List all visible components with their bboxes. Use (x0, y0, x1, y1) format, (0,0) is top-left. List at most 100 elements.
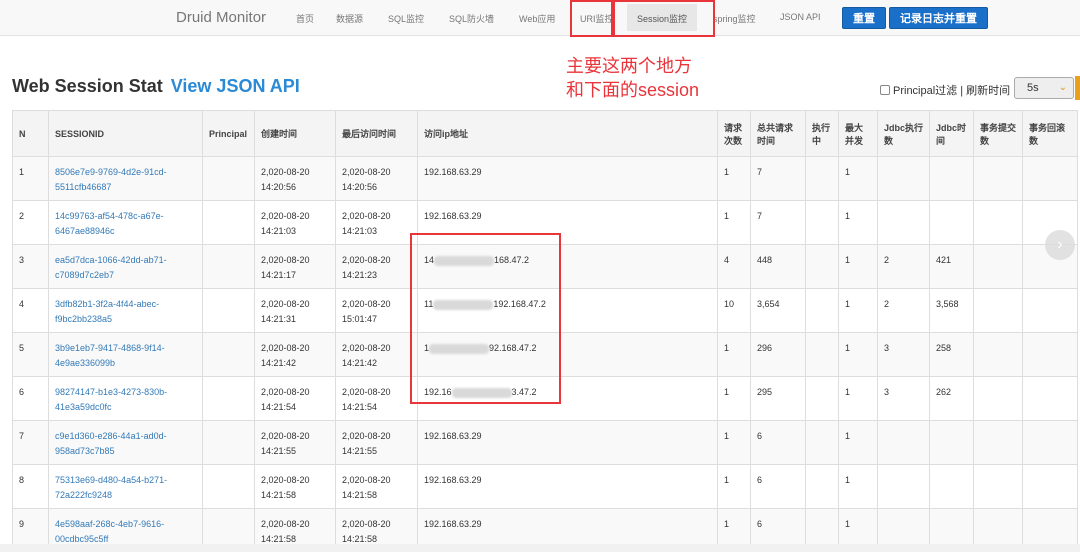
orange-button-edge[interactable] (1075, 76, 1080, 100)
nav-home[interactable]: 首页 (296, 12, 314, 25)
cell-req: 4 (717, 244, 751, 289)
cell-create: 2,020-08-20 14:21:03 (254, 200, 336, 245)
col-jdbc-exec[interactable]: Jdbc执行数 (877, 110, 930, 157)
cell-id[interactable]: 3dfb82b1-3f2a-4f44-abec-f9bc2bb238a5 (48, 288, 203, 333)
cell-concurrent: 1 (838, 464, 878, 509)
cell-req: 1 (717, 420, 751, 465)
annotation-line-2: 和下面的session (566, 80, 700, 100)
cell-concurrent: 1 (838, 200, 878, 245)
cell-commit (973, 420, 1023, 465)
col-last-access[interactable]: 最后访问时间 (335, 110, 418, 157)
col-ip[interactable]: 访问ip地址 (417, 110, 718, 157)
cell-id[interactable]: 14c99763-af54-478c-a67e-6467ae88946c (48, 200, 203, 245)
col-request-time[interactable]: 总共请求时间 (750, 110, 806, 157)
log-and-reset-button[interactable]: 记录日志并重置 (889, 7, 988, 29)
cell-req: 1 (717, 332, 751, 377)
col-request-count[interactable]: 请求次数 (717, 110, 751, 157)
cell-create: 2,020-08-20 14:21:17 (254, 244, 336, 289)
col-principal[interactable]: Principal (202, 110, 255, 157)
view-json-api-link[interactable]: View JSON API (171, 76, 300, 96)
cell-id[interactable]: ea5d7dca-1066-42dd-ab71-c7089d7c2eb7 (48, 244, 203, 289)
horizontal-scrollbar[interactable] (0, 544, 1080, 552)
cell-reqtime: 3,654 (750, 288, 806, 333)
cell-create: 2,020-08-20 14:21:42 (254, 332, 336, 377)
cell-last: 2,020-08-20 14:21:55 (335, 420, 418, 465)
refresh-interval-value: 5s (1027, 82, 1039, 94)
cell-principal (202, 464, 255, 509)
cell-n: 3 (12, 244, 49, 289)
cell-id[interactable]: 75313e69-d480-4a54-b271-72a222fc9248 (48, 464, 203, 509)
cell-n: 2 (12, 200, 49, 245)
cell-n: 6 (12, 376, 49, 421)
nav-sql-firewall[interactable]: SQL防火墙 (449, 12, 494, 25)
principal-filter-checkbox[interactable] (880, 85, 890, 95)
cell-jdbc_exec: 3 (877, 376, 930, 421)
nav-spring-monitor[interactable]: spring监控 (713, 12, 756, 25)
cell-id[interactable]: 3b9e1eb7-9417-4868-9f14-4e9ae336099b (48, 332, 203, 377)
cell-rollback (1022, 332, 1078, 377)
cell-last: 2,020-08-20 14:21:58 (335, 464, 418, 509)
col-rollback[interactable]: 事务回滚数 (1022, 110, 1078, 157)
cell-concurrent: 1 (838, 420, 878, 465)
cell-last: 2,020-08-20 14:21:03 (335, 200, 418, 245)
session-id-link[interactable]: 3dfb82b1-3f2a-4f44-abec-f9bc2bb238a5 (55, 299, 159, 324)
cell-reqtime: 448 (750, 244, 806, 289)
cell-id[interactable]: 98274147-b1e3-4273-830b-41e3a59dc0fc (48, 376, 203, 421)
brand-title[interactable]: Druid Monitor (176, 9, 266, 26)
annotation-text: 主要这两个地方 和下面的session (566, 54, 699, 102)
session-id-link[interactable]: 75313e69-d480-4a54-b271-72a222fc9248 (55, 475, 167, 500)
cell-rollback (1022, 420, 1078, 465)
nav-sql-monitor[interactable]: SQL监控 (388, 12, 424, 25)
session-id-link[interactable]: 3b9e1eb7-9417-4868-9f14-4e9ae336099b (55, 343, 165, 368)
session-id-link[interactable]: 14c99763-af54-478c-a67e-6467ae88946c (55, 211, 164, 236)
cell-req: 1 (717, 200, 751, 245)
page-title-text: Web Session Stat (12, 76, 163, 96)
session-id-link[interactable]: 98274147-b1e3-4273-830b-41e3a59dc0fc (55, 387, 167, 412)
cell-rollback (1022, 376, 1078, 421)
col-create-time[interactable]: 创建时间 (254, 110, 336, 157)
col-sessionid[interactable]: SESSIONID (48, 110, 203, 157)
cell-commit (973, 288, 1023, 333)
refresh-interval-select[interactable]: 5s ⌄ (1014, 77, 1074, 99)
cell-rollback (1022, 288, 1078, 333)
session-id-link[interactable]: 8506e7e9-9769-4d2e-91cd-5511cfb46687 (55, 167, 167, 192)
cell-last: 2,020-08-20 14:21:23 (335, 244, 418, 289)
cell-ip: 192.168.63.29 (417, 156, 718, 201)
cell-req: 1 (717, 376, 751, 421)
col-n[interactable]: N (12, 110, 49, 157)
nav-datasource[interactable]: 数据源 (336, 12, 363, 25)
cell-last: 2,020-08-20 14:21:54 (335, 376, 418, 421)
table-header-row: N SESSIONID Principal 创建时间 最后访问时间 访问ip地址… (12, 110, 1078, 157)
cell-running (805, 376, 839, 421)
cell-ip: 192.168.63.29 (417, 420, 718, 465)
cell-running (805, 464, 839, 509)
nav-json-api[interactable]: JSON API (780, 12, 821, 22)
cell-jdbc_exec (877, 464, 930, 509)
cell-create: 2,020-08-20 14:21:58 (254, 464, 336, 509)
cell-id[interactable]: c9e1d360-e286-44a1-ad0d-958ad73c7b85 (48, 420, 203, 465)
col-jdbc-time[interactable]: Jdbc时间 (929, 110, 974, 157)
table-row: 7 c9e1d360-e286-44a1-ad0d-958ad73c7b85 2,0… (12, 420, 1078, 465)
col-max-concurrent[interactable]: 最大并发 (838, 110, 878, 157)
session-id-link[interactable]: 4e598aaf-268c-4eb7-9616-00cdbc95c5ff (55, 519, 164, 544)
session-id-link[interactable]: c9e1d360-e286-44a1-ad0d-958ad73c7b85 (55, 431, 167, 456)
cell-jdbc_exec: 3 (877, 332, 930, 377)
col-commit[interactable]: 事务提交数 (973, 110, 1023, 157)
reset-button[interactable]: 重置 (842, 7, 886, 29)
cell-ip: 192.168.63.29 (417, 464, 718, 509)
nav-web-app[interactable]: Web应用 (519, 12, 555, 25)
session-id-link[interactable]: ea5d7dca-1066-42dd-ab71-c7089d7c2eb7 (55, 255, 167, 280)
chevron-right-icon[interactable]: › (1045, 230, 1075, 260)
col-running[interactable]: 执行中 (805, 110, 839, 157)
cell-last: 2,020-08-20 14:21:42 (335, 332, 418, 377)
cell-running (805, 420, 839, 465)
highlight-session-box (613, 0, 715, 37)
table-row: 8 75313e69-d480-4a54-b271-72a222fc9248 2,0… (12, 464, 1078, 509)
cell-reqtime: 6 (750, 464, 806, 509)
cell-id[interactable]: 8506e7e9-9769-4d2e-91cd-5511cfb46687 (48, 156, 203, 201)
cell-jdbc_time: 262 (929, 376, 974, 421)
cell-commit (973, 376, 1023, 421)
cell-concurrent: 1 (838, 332, 878, 377)
cell-n: 7 (12, 420, 49, 465)
cell-last: 2,020-08-20 15:01:47 (335, 288, 418, 333)
